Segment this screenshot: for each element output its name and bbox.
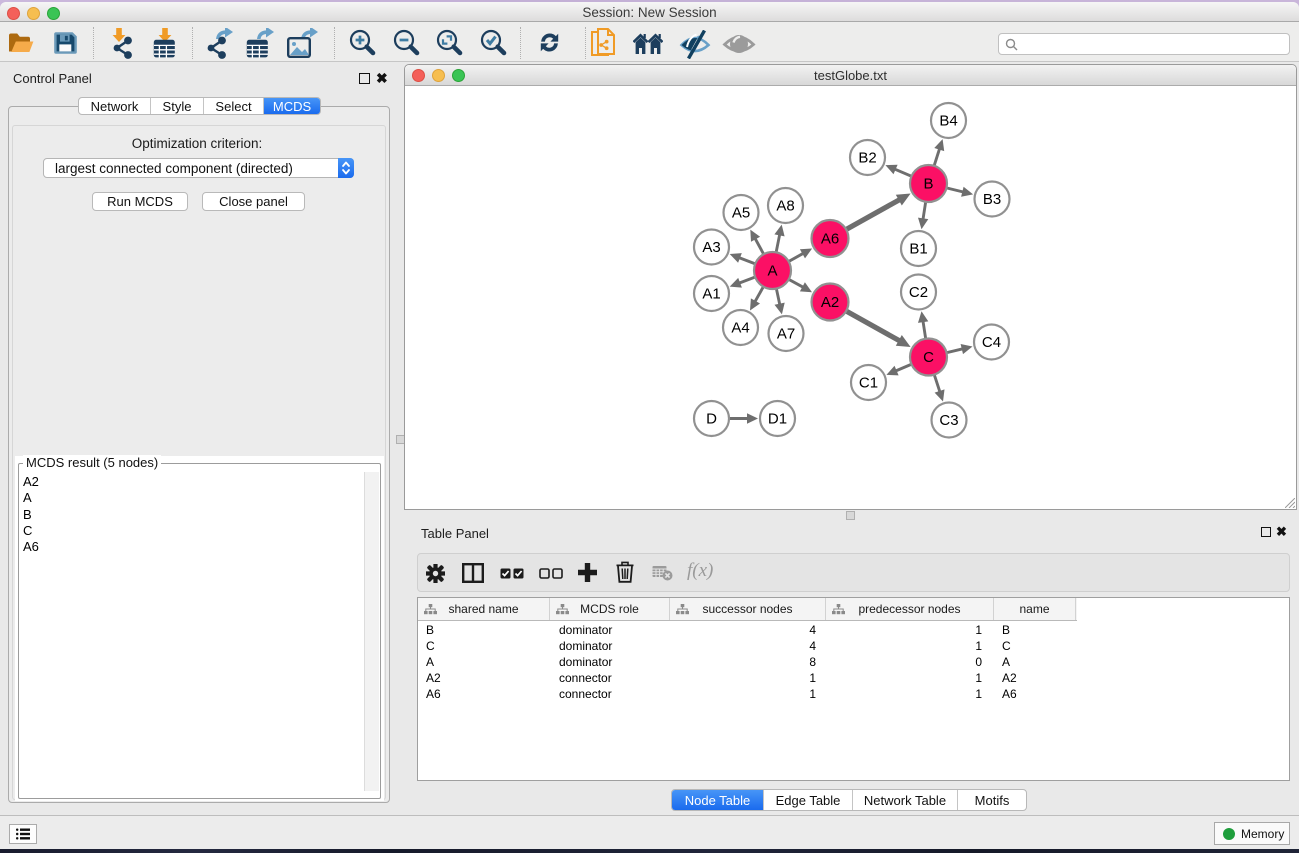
svg-text:C1: C1 — [859, 375, 878, 392]
svg-text:B: B — [923, 176, 933, 193]
svg-text:A3: A3 — [702, 239, 720, 256]
svg-text:B3: B3 — [983, 191, 1001, 208]
svg-text:A1: A1 — [702, 286, 720, 303]
svg-text:C3: C3 — [939, 412, 958, 429]
svg-text:B2: B2 — [858, 150, 876, 167]
svg-text:D1: D1 — [768, 411, 787, 428]
svg-text:C4: C4 — [982, 334, 1001, 351]
svg-text:A2: A2 — [821, 294, 839, 311]
svg-text:C: C — [923, 349, 934, 366]
svg-text:A8: A8 — [776, 198, 794, 215]
svg-text:A5: A5 — [732, 205, 750, 222]
svg-text:B4: B4 — [939, 113, 957, 130]
svg-text:A4: A4 — [731, 320, 749, 337]
svg-text:A7: A7 — [777, 326, 795, 343]
svg-text:C2: C2 — [909, 284, 928, 301]
svg-text:A6: A6 — [821, 231, 839, 248]
svg-text:A: A — [767, 263, 777, 280]
svg-text:B1: B1 — [909, 241, 927, 258]
svg-text:D: D — [706, 411, 717, 428]
